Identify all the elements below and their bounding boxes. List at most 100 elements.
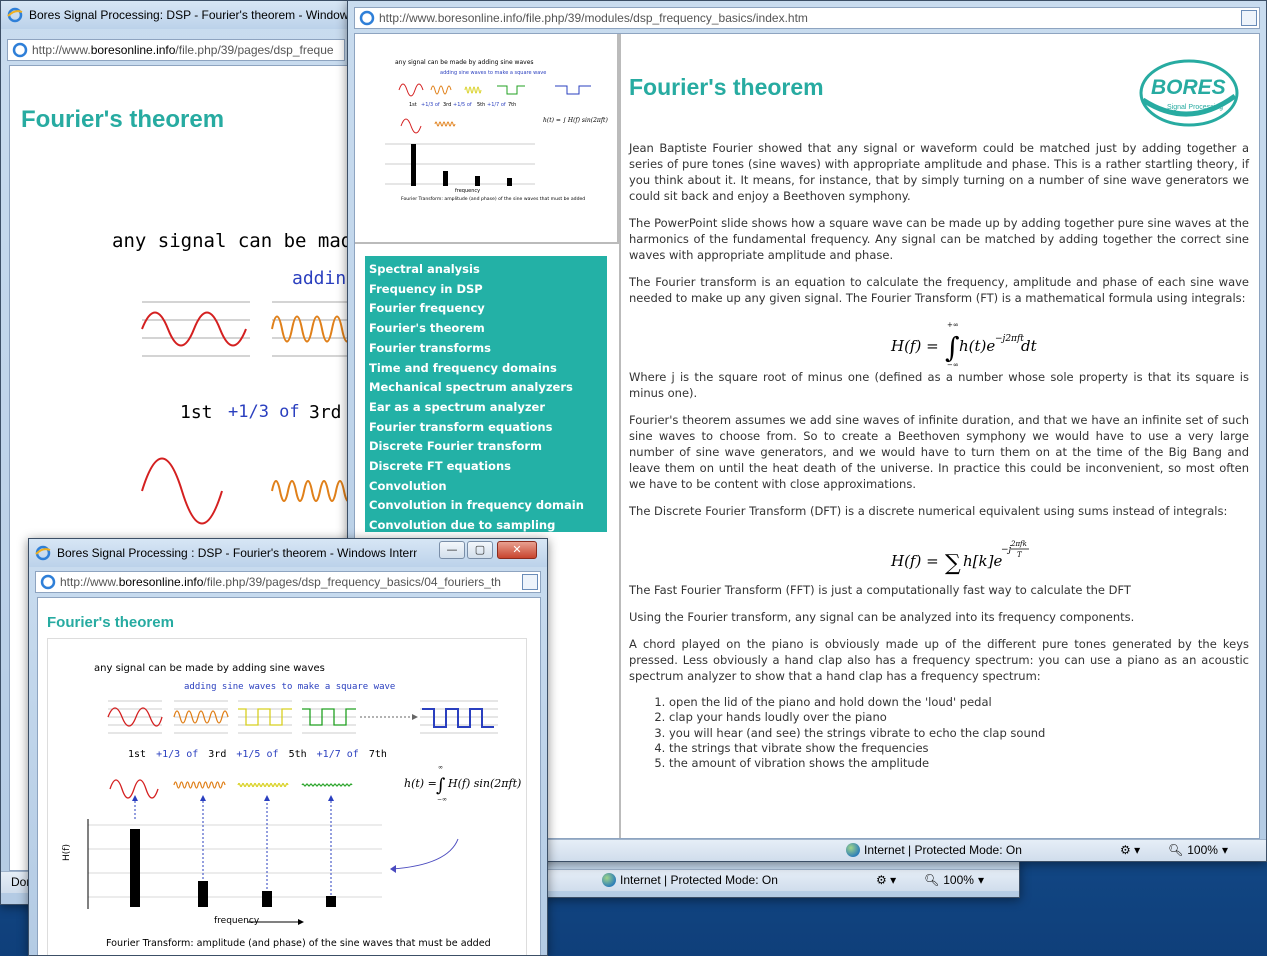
middle-security-icon[interactable]: ⚙ ▾ [876,873,896,887]
middle-zoom-button[interactable]: 🔍︎ 100% ▾ [924,873,984,887]
svg-text:h(t)e: h(t)e [959,337,995,355]
back-sine-1st-large [141,457,223,525]
article-paragraph-5: Fourier's theorem assumes we add sine wa… [629,413,1249,491]
small-window-titlebar[interactable]: Bores Signal Processing : DSP - Fourier'… [29,539,547,567]
svg-text:+∞: +∞ [947,321,959,329]
zoom-icon: 🔍︎ [924,873,940,887]
close-button[interactable]: ✕ [497,541,537,559]
svg-text:+1/3 of: +1/3 of [421,102,440,108]
compat-view-icon[interactable] [522,574,538,590]
svg-text:adding sine waves to make a sq: adding sine waves to make a square wave [440,70,546,76]
front-zoom-level: 100% [1187,843,1218,857]
zoom-icon: 🔍︎ [1168,843,1184,857]
svg-text:∞: ∞ [438,764,443,771]
small-window-title: Bores Signal Processing : DSP - Fourier'… [57,546,417,560]
eq1-graphic: H(f) = ∫ +∞ −∞ h(t)e −j2πft dt [890,321,1038,369]
back-window-title: Bores Signal Processing: DSP - Fourier's… [29,8,349,22]
back-window-titlebar[interactable]: Bores Signal Processing: DSP - Fourier's… [1,1,351,29]
globe-icon [602,873,616,887]
article-paragraph-6: The Discrete Fourier Transform (DFT) is … [629,504,1228,518]
small-url-rest: /file.php/39/pages/dsp_frequency_basics/… [203,575,501,589]
equation-fourier-transform: H(f) = ∫ +∞ −∞ h(t)e −j2πft dt [629,317,1249,369]
equation-dft: H(f) = ∑ h[k]e −j 2πfk T [629,530,1249,582]
nav-convolution-sampling[interactable]: Convolution due to sampling [369,516,603,536]
back-label-1st: 1st [180,402,213,423]
small-url-prefix: http://www. [60,575,119,589]
svg-text:−j2πft: −j2πft [995,334,1024,344]
front-security-icon[interactable]: ⚙ ▾ [1120,843,1140,857]
back-slide-headline: any signal can be made b [112,230,351,252]
svg-text:−j: −j [1001,545,1012,555]
svg-text:∑: ∑ [945,551,961,576]
svg-text:+1/5 of: +1/5 of [453,102,472,108]
back-page-title: Fourier's theorem [21,106,225,133]
svg-text:h(t) =: h(t) = [404,777,437,790]
svg-text:T: T [1017,551,1023,559]
small-address-bar[interactable]: http://www. boresonline.info/file.php/39/… [35,571,541,593]
middle-browser-window: Internet | Protected Mode: On ⚙ ▾ 🔍︎ 100%… [545,860,1020,898]
topic-nav: Spectral analysis Frequency in DSP Fouri… [365,256,607,532]
svg-text:any signal can be made by addi: any signal can be made by adding sine wa… [395,59,534,66]
svg-text:1st: 1st [409,102,417,108]
compat-view-icon[interactable] [1241,10,1257,26]
svg-text:H(f) =: H(f) = [890,337,939,355]
front-zoom-button[interactable]: 🔍︎ 100% ▾ [1168,843,1228,857]
bar-7th [326,896,336,907]
article-paragraph-8: Using the Fourier transform, any signal … [629,610,1135,624]
bar-1st [130,829,140,907]
list-item: the amount of vibration shows the amplit… [669,756,1249,771]
maximize-button[interactable]: ▢ [467,541,493,559]
bores-logo[interactable]: BORES Signal Processing [1137,56,1241,130]
small-page-content: Fourier's theorem any signal can be made… [37,597,541,955]
ie-page-icon [359,10,375,26]
middle-zoom-level: 100% [943,873,974,887]
svg-text:5th: 5th [477,102,485,108]
nav-discrete-fourier-transform[interactable]: Discrete Fourier transform [369,437,603,457]
svg-text:dt: dt [1021,337,1038,355]
article-paragraph-3: The Fourier transform is an equation to … [629,275,1249,305]
nav-fourier-frequency[interactable]: Fourier frequency [369,299,603,319]
frame-divider[interactable] [619,34,621,838]
svg-text:h[k]e: h[k]e [963,552,1002,570]
slide-thumbnail: any signal can be made by adding sine wa… [355,34,619,244]
nav-discrete-ft-equations[interactable]: Discrete FT equations [369,457,603,477]
nav-mechanical-spectrum-analyzers[interactable]: Mechanical spectrum analyzers [369,378,603,398]
nav-ear-spectrum-analyzer[interactable]: Ear as a spectrum analyzer [369,398,603,418]
article-paragraph-1: Jean Baptiste Fourier showed that any si… [629,141,1249,203]
article-title: Fourier's theorem [629,74,824,100]
svg-text:−∞: −∞ [947,361,959,369]
svg-text:Fourier Transform: amplitude (: Fourier Transform: amplitude (and phase)… [401,196,585,202]
nav-fourier-transforms[interactable]: Fourier transforms [369,339,603,359]
svg-text:∫: ∫ [436,775,446,796]
svg-text:H(f) sin(2πft): H(f) sin(2πft) [447,777,521,790]
svg-text:−∞: −∞ [437,796,447,803]
nav-time-frequency-domains[interactable]: Time and frequency domains [369,359,603,379]
list-item: you will hear (and see) the strings vibr… [669,726,1249,741]
nav-convolution-frequency-domain[interactable]: Convolution in frequency domain [369,496,603,516]
back-label-3rd: 3rd [309,402,342,423]
slide-caption: Fourier Transform: amplitude (and phase)… [106,938,491,949]
back-sine-1st [141,311,247,347]
article: Fourier's theorem BORES Signal Processin… [629,34,1255,838]
nav-fourier-transform-equations[interactable]: Fourier transform equations [369,418,603,438]
bar-3rd [198,881,208,907]
article-paragraph-7: The Fast Fourier Transform (FFT) is just… [629,583,1131,597]
small-slide: any signal can be made by adding sine wa… [47,638,527,955]
back-url-rest: /file.php/39/pages/dsp_freque [175,43,334,57]
nav-spectral-analysis[interactable]: Spectral analysis [369,260,603,280]
svg-text:7th: 7th [508,102,516,108]
small-browser-window: Bores Signal Processing : DSP - Fourier'… [28,538,548,956]
minimize-button[interactable]: — [439,541,465,559]
back-address-bar[interactable]: http://www. boresonline.info/file.php/39/… [7,39,345,61]
front-address-bar[interactable]: http://www.boresonline.info/file.php/39/… [354,7,1260,29]
svg-text:2πfk: 2πfk [1010,540,1027,548]
ie-page-icon [12,42,28,58]
back-sine-3rd-large [271,480,351,502]
slide-ylabel: H(f) [62,844,72,861]
list-item: clap your hands loudly over the piano [669,710,1249,725]
nav-convolution[interactable]: Convolution [369,477,603,497]
nav-fouriers-theorem[interactable]: Fourier's theorem [369,319,603,339]
svg-text:+1/7 of: +1/7 of [487,102,506,108]
nav-frequency-in-dsp[interactable]: Frequency in DSP [369,280,603,300]
logo-text: BORES [1151,76,1226,99]
